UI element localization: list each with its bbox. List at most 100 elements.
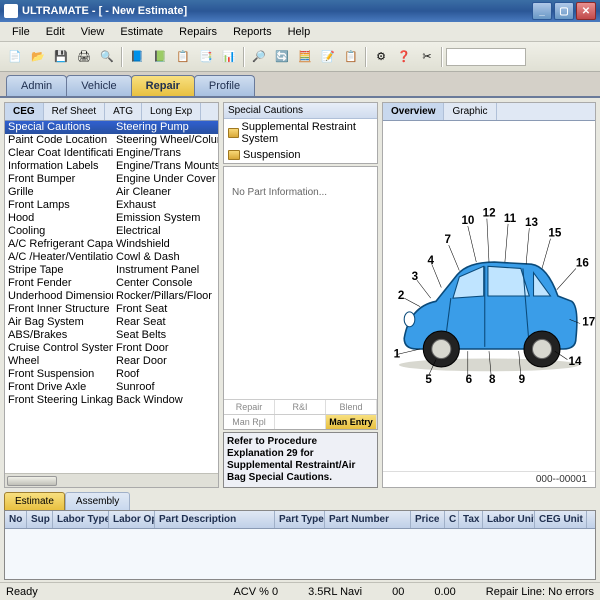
- list-row[interactable]: Front FenderCenter Console: [5, 277, 218, 290]
- horizontal-scrollbar[interactable]: [5, 473, 218, 487]
- col-labor-type[interactable]: Labor Type: [53, 511, 109, 528]
- list-row[interactable]: GrilleAir Cleaner: [5, 186, 218, 199]
- status-repair: Repair Line: No errors: [486, 586, 594, 598]
- part-info-box: No Part Information... RepairR&IBlend Ma…: [223, 166, 378, 430]
- minimize-button[interactable]: _: [532, 2, 552, 20]
- maximize-button[interactable]: ▢: [554, 2, 574, 20]
- doc4-icon[interactable]: 📑: [195, 46, 217, 68]
- list-row[interactable]: Underhood DimensionsRocker/Pillars/Floor: [5, 290, 218, 303]
- refresh-icon[interactable]: 🔄: [271, 46, 293, 68]
- grid-body[interactable]: [5, 529, 595, 579]
- col-labor-op[interactable]: Labor Op: [109, 511, 155, 528]
- menu-estimate[interactable]: Estimate: [112, 24, 171, 40]
- list-row[interactable]: WheelRear Door: [5, 355, 218, 368]
- list-row[interactable]: Front LampsExhaust: [5, 199, 218, 212]
- doc5-icon[interactable]: 📊: [218, 46, 240, 68]
- component-list[interactable]: Special Cautions Steering Pump Paint Cod…: [5, 121, 218, 473]
- tab-profile[interactable]: Profile: [194, 75, 255, 96]
- action-row-2: Man Rpl Man Entry: [224, 414, 377, 429]
- action-blend[interactable]: Blend: [326, 400, 377, 414]
- svg-text:9: 9: [519, 373, 526, 386]
- scissors-icon[interactable]: ✂: [416, 46, 438, 68]
- col-c[interactable]: C: [445, 511, 459, 528]
- list-row[interactable]: ABS/BrakesSeat Belts: [5, 329, 218, 342]
- list-row[interactable]: HoodEmission System: [5, 212, 218, 225]
- note-icon[interactable]: 📝: [317, 46, 339, 68]
- toolbar-separator: [441, 47, 443, 67]
- left-subtab-long-exp[interactable]: Long Exp: [142, 103, 201, 120]
- right-subtab-graphic[interactable]: Graphic: [444, 103, 496, 120]
- svg-text:17: 17: [582, 316, 595, 329]
- col-tax[interactable]: Tax: [459, 511, 483, 528]
- col-labor-unit[interactable]: Labor Unit: [483, 511, 535, 528]
- list-row[interactable]: Clear Coat IdentificationEngine/Trans: [5, 147, 218, 160]
- list-row[interactable]: Front Inner StructureFront Seat: [5, 303, 218, 316]
- estimate-grid[interactable]: NoSupLabor TypeLabor OpPart DescriptionP…: [4, 510, 596, 580]
- action-manentry[interactable]: Man Entry: [326, 415, 377, 429]
- list-row[interactable]: Front SuspensionRoof: [5, 368, 218, 381]
- vehicle-diagram[interactable]: 1 2 3 4 5 6 7 8 9 10 11 12 13 14: [383, 121, 595, 471]
- tab-repair[interactable]: Repair: [131, 75, 195, 96]
- list-row[interactable]: Air Bag SystemRear Seat: [5, 316, 218, 329]
- list-row[interactable]: Front Steering Linkage/GearBack Window: [5, 394, 218, 407]
- col-part-type[interactable]: Part Type: [275, 511, 325, 528]
- left-subtab-ref-sheet[interactable]: Ref Sheet: [44, 103, 105, 120]
- list-row[interactable]: Stripe TapeInstrument Panel: [5, 264, 218, 277]
- col-part-number[interactable]: Part Number: [325, 511, 411, 528]
- print-preview-icon[interactable]: 🔍: [96, 46, 118, 68]
- col-part-description[interactable]: Part Description: [155, 511, 275, 528]
- menu-reports[interactable]: Reports: [225, 24, 280, 40]
- menu-repairs[interactable]: Repairs: [171, 24, 225, 40]
- list-row[interactable]: Paint Code LocationSteering Wheel/Column: [5, 134, 218, 147]
- print-icon[interactable]: 🖨: [73, 46, 95, 68]
- right-subtab-overview[interactable]: Overview: [383, 103, 444, 120]
- left-subtab-bar: CEGRef SheetATGLong Exp: [5, 103, 218, 121]
- action-ri[interactable]: R&I: [275, 400, 326, 414]
- folder-item[interactable]: Supplemental Restraint System: [224, 119, 377, 147]
- svg-text:4: 4: [428, 254, 435, 267]
- col-sup[interactable]: Sup: [27, 511, 53, 528]
- left-subtab-ceg[interactable]: CEG: [5, 103, 44, 120]
- search-icon[interactable]: 🔎: [248, 46, 270, 68]
- close-button[interactable]: ✕: [576, 2, 596, 20]
- doc3-icon[interactable]: 📋: [172, 46, 194, 68]
- doc1-icon[interactable]: 📘: [126, 46, 148, 68]
- tab-admin[interactable]: Admin: [6, 75, 67, 96]
- folder-item[interactable]: Suspension: [224, 147, 377, 163]
- bottom-tab-assembly[interactable]: Assembly: [65, 492, 130, 510]
- toolbar: 📄📂💾🖨🔍📘📗📋📑📊🔎🔄🧮📝📋⚙❓✂: [0, 42, 600, 72]
- list-row[interactable]: A/C /Heater/VentilationCowl & Dash: [5, 251, 218, 264]
- list-row[interactable]: A/C Refrigerant CapacitiesWindshield: [5, 238, 218, 251]
- clipboard-icon[interactable]: 📋: [340, 46, 362, 68]
- left-subtab-atg[interactable]: ATG: [105, 103, 142, 120]
- list-row[interactable]: Cruise Control SystemFront Door: [5, 342, 218, 355]
- menu-view[interactable]: View: [73, 24, 113, 40]
- action-manrpl[interactable]: Man Rpl: [224, 415, 275, 429]
- svg-text:16: 16: [576, 256, 589, 269]
- status-b: 0.00: [434, 586, 455, 598]
- list-row[interactable]: Information LabelsEngine/Trans Mounts: [5, 160, 218, 173]
- col-ceg-unit[interactable]: CEG Unit: [535, 511, 587, 528]
- col-no[interactable]: No: [5, 511, 27, 528]
- list-row[interactable]: Front Drive AxleSunroof: [5, 381, 218, 394]
- tab-vehicle[interactable]: Vehicle: [66, 75, 131, 96]
- help-icon[interactable]: ❓: [393, 46, 415, 68]
- col-price[interactable]: Price: [411, 511, 445, 528]
- menu-edit[interactable]: Edit: [38, 24, 73, 40]
- save-icon[interactable]: 💾: [50, 46, 72, 68]
- svg-text:14: 14: [569, 355, 582, 368]
- gear-icon[interactable]: ⚙: [370, 46, 392, 68]
- bottom-tab-estimate[interactable]: Estimate: [4, 492, 65, 510]
- toolbar-search-input[interactable]: [446, 48, 526, 66]
- menu-file[interactable]: File: [4, 24, 38, 40]
- menu-help[interactable]: Help: [280, 24, 319, 40]
- new-icon[interactable]: 📄: [4, 46, 26, 68]
- open-icon[interactable]: 📂: [27, 46, 49, 68]
- toolbar-separator: [243, 47, 245, 67]
- list-row[interactable]: CoolingElectrical: [5, 225, 218, 238]
- status-bar: Ready ACV % 0 3.5RL Navi 00 0.00 Repair …: [0, 582, 600, 600]
- list-row[interactable]: Front BumperEngine Under Cover: [5, 173, 218, 186]
- calc-icon[interactable]: 🧮: [294, 46, 316, 68]
- doc2-icon[interactable]: 📗: [149, 46, 171, 68]
- action-repair[interactable]: Repair: [224, 400, 275, 414]
